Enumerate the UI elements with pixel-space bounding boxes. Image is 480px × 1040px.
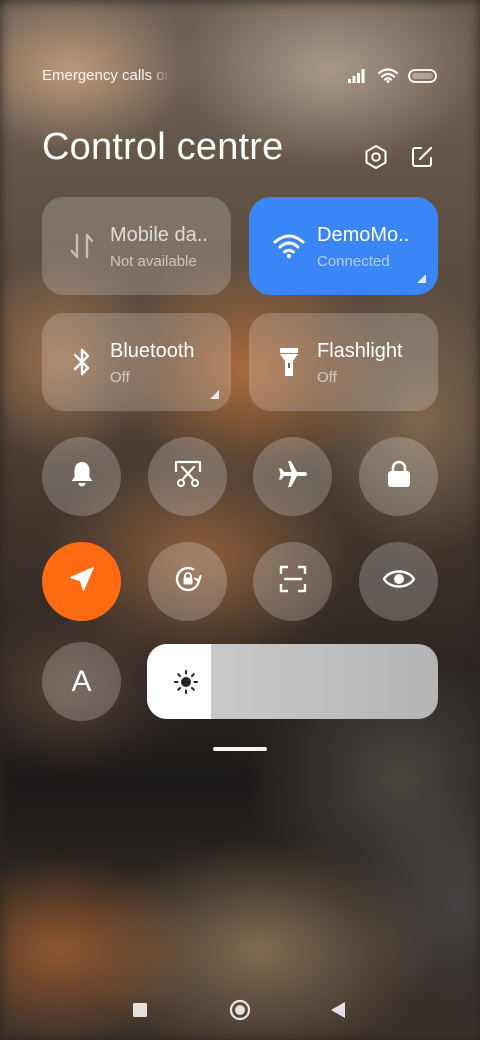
- mobile-data-label: Mobile da..: [110, 224, 208, 246]
- bluetooth-icon: [66, 346, 98, 378]
- sound-toggle[interactable]: [42, 437, 121, 516]
- bluetooth-label: Bluetooth: [110, 340, 195, 362]
- status-bar: Emergency calls only: [42, 66, 438, 86]
- wifi-status: Connected: [317, 253, 390, 270]
- mobile-data-tile[interactable]: Mobile da.. Not available: [42, 197, 231, 295]
- status-icons: [348, 68, 438, 83]
- edit-button[interactable]: [408, 145, 436, 173]
- close-handle[interactable]: [213, 747, 267, 751]
- recents-button[interactable]: [126, 998, 154, 1026]
- lock-icon: [385, 459, 413, 494]
- scan-icon: [277, 563, 309, 600]
- mobile-data-icon: [66, 230, 98, 262]
- carrier-text: Emergency calls only: [42, 67, 170, 84]
- wifi-network-label: DemoMo..: [317, 224, 410, 246]
- back-button[interactable]: [324, 998, 352, 1026]
- home-button[interactable]: [226, 998, 254, 1026]
- bluetooth-expand-corner[interactable]: [210, 390, 219, 399]
- flashlight-icon: [273, 346, 305, 378]
- lock-screen-toggle[interactable]: [359, 437, 438, 516]
- square-icon: [133, 1002, 147, 1022]
- flashlight-label: Flashlight: [317, 340, 403, 362]
- page-title: Control centre: [42, 126, 284, 168]
- eye-icon: [382, 567, 416, 596]
- reading-mode-toggle[interactable]: [359, 542, 438, 621]
- screenshot-icon: [172, 458, 204, 495]
- location-toggle[interactable]: [42, 542, 121, 621]
- font-size-icon: A: [71, 664, 92, 698]
- settings-button[interactable]: [362, 144, 390, 175]
- edit-icon: [409, 144, 435, 175]
- circle-icon: [229, 999, 251, 1026]
- triangle-back-icon: [331, 1001, 345, 1023]
- airplane-mode-toggle[interactable]: [253, 437, 332, 516]
- airplane-icon: [277, 458, 309, 495]
- control-centre: Emergency calls only Control centre Mobi…: [0, 0, 480, 1040]
- mobile-data-status: Not available: [110, 253, 197, 270]
- sun-icon: [173, 669, 199, 695]
- scanner-toggle[interactable]: [253, 542, 332, 621]
- gear-icon: [363, 144, 389, 175]
- signal-bars-icon: [348, 68, 368, 83]
- wifi-tile[interactable]: DemoMo.. Connected: [249, 197, 438, 295]
- rotation-lock-toggle[interactable]: [148, 542, 227, 621]
- bluetooth-tile[interactable]: Bluetooth Off: [42, 313, 231, 411]
- brightness-slider[interactable]: [147, 644, 438, 719]
- wifi-icon: [273, 230, 305, 262]
- location-icon: [67, 564, 97, 599]
- font-size-toggle[interactable]: A: [42, 642, 121, 721]
- bell-icon: [67, 459, 97, 494]
- wifi-icon: [378, 68, 398, 83]
- wifi-expand-corner[interactable]: [417, 274, 426, 283]
- screenshot-toggle[interactable]: [148, 437, 227, 516]
- flashlight-tile[interactable]: Flashlight Off: [249, 313, 438, 411]
- bluetooth-status: Off: [110, 369, 130, 386]
- flashlight-status: Off: [317, 369, 337, 386]
- rotation-lock-icon: [171, 562, 205, 601]
- battery-icon: [408, 68, 438, 83]
